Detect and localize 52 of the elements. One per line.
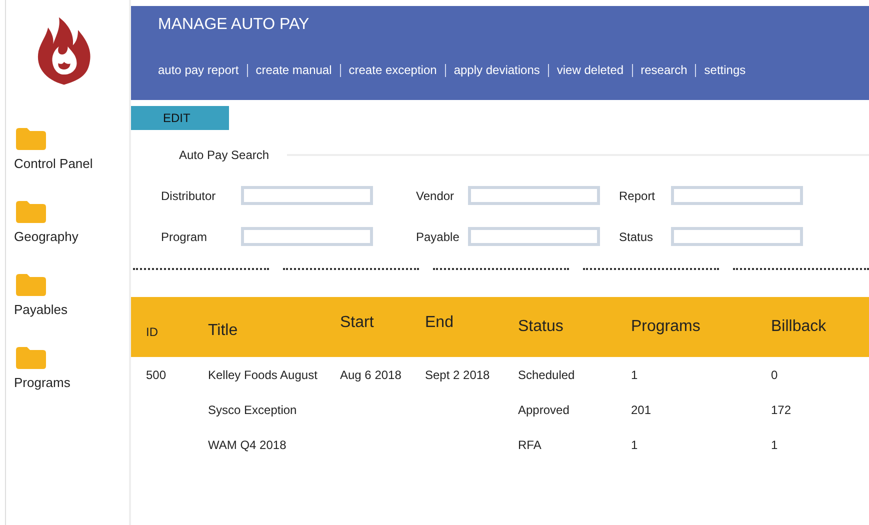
column-header[interactable]: Start <box>340 314 425 332</box>
table-cell: 500 <box>146 368 166 382</box>
folder-icon <box>16 347 46 369</box>
table-cell: Scheduled <box>518 368 575 382</box>
field-label: Payable <box>416 230 460 244</box>
folder-icon <box>16 128 46 150</box>
edit-button[interactable]: EDIT <box>131 106 229 130</box>
table-cell: RFA <box>518 438 542 452</box>
column-header[interactable]: Status <box>518 318 631 336</box>
folder-icon <box>16 274 46 296</box>
nav-link[interactable]: apply deviations <box>444 64 548 77</box>
nav-link[interactable]: view deleted <box>548 64 632 77</box>
column-header[interactable]: ID <box>131 325 208 339</box>
input-field[interactable] <box>241 186 373 205</box>
field-label: Vendor <box>416 188 456 202</box>
nav-link[interactable]: settings <box>695 64 754 77</box>
nav-link[interactable]: research <box>632 64 696 77</box>
sidebar-item[interactable]: Payables <box>6 274 68 317</box>
input-field[interactable] <box>468 186 600 205</box>
table-cell: 1 <box>771 438 778 452</box>
input-field[interactable] <box>671 186 803 205</box>
table-cell: WAM Q4 2018 <box>208 438 286 452</box>
input-field[interactable] <box>241 227 373 246</box>
column-header[interactable]: Billback <box>771 318 861 336</box>
sidebar-item[interactable]: Control Panel <box>6 128 93 171</box>
table-cell: 1 <box>631 368 638 382</box>
table-cell: Sysco Exception <box>208 402 297 416</box>
folder-icon <box>16 201 46 223</box>
nav-link[interactable]: create manual <box>246 64 340 77</box>
sidebar-item[interactable]: Programs <box>6 347 70 390</box>
input-field[interactable] <box>468 227 600 246</box>
table-cell: Approved <box>518 402 570 416</box>
sidebar-item[interactable]: Geography <box>6 201 78 244</box>
input-field[interactable] <box>671 227 803 246</box>
field-label: Report <box>619 188 656 202</box>
column-header[interactable]: End <box>425 314 518 332</box>
page-title: MANAGE AUTO PAY <box>158 16 310 34</box>
nav-link[interactable]: auto pay report <box>158 64 247 77</box>
nav-link[interactable]: create exception <box>340 64 445 77</box>
table-cell: Sept 2 2018 <box>425 368 490 382</box>
column-header[interactable]: Title <box>208 322 340 340</box>
field-label: Status <box>619 230 654 244</box>
field-label: Distributor <box>161 188 217 202</box>
table-cell: 172 <box>771 402 792 416</box>
table-cell: 1 <box>631 438 638 452</box>
table-cell: 201 <box>631 402 652 416</box>
table-cell: 0 <box>771 368 778 382</box>
section-title: Auto Pay Search <box>179 148 270 162</box>
column-header[interactable]: Programs <box>631 318 771 336</box>
field-label: Program <box>161 230 208 244</box>
table-cell: Kelley Foods August <box>208 368 318 382</box>
table-cell: Aug 6 2018 <box>340 368 402 382</box>
